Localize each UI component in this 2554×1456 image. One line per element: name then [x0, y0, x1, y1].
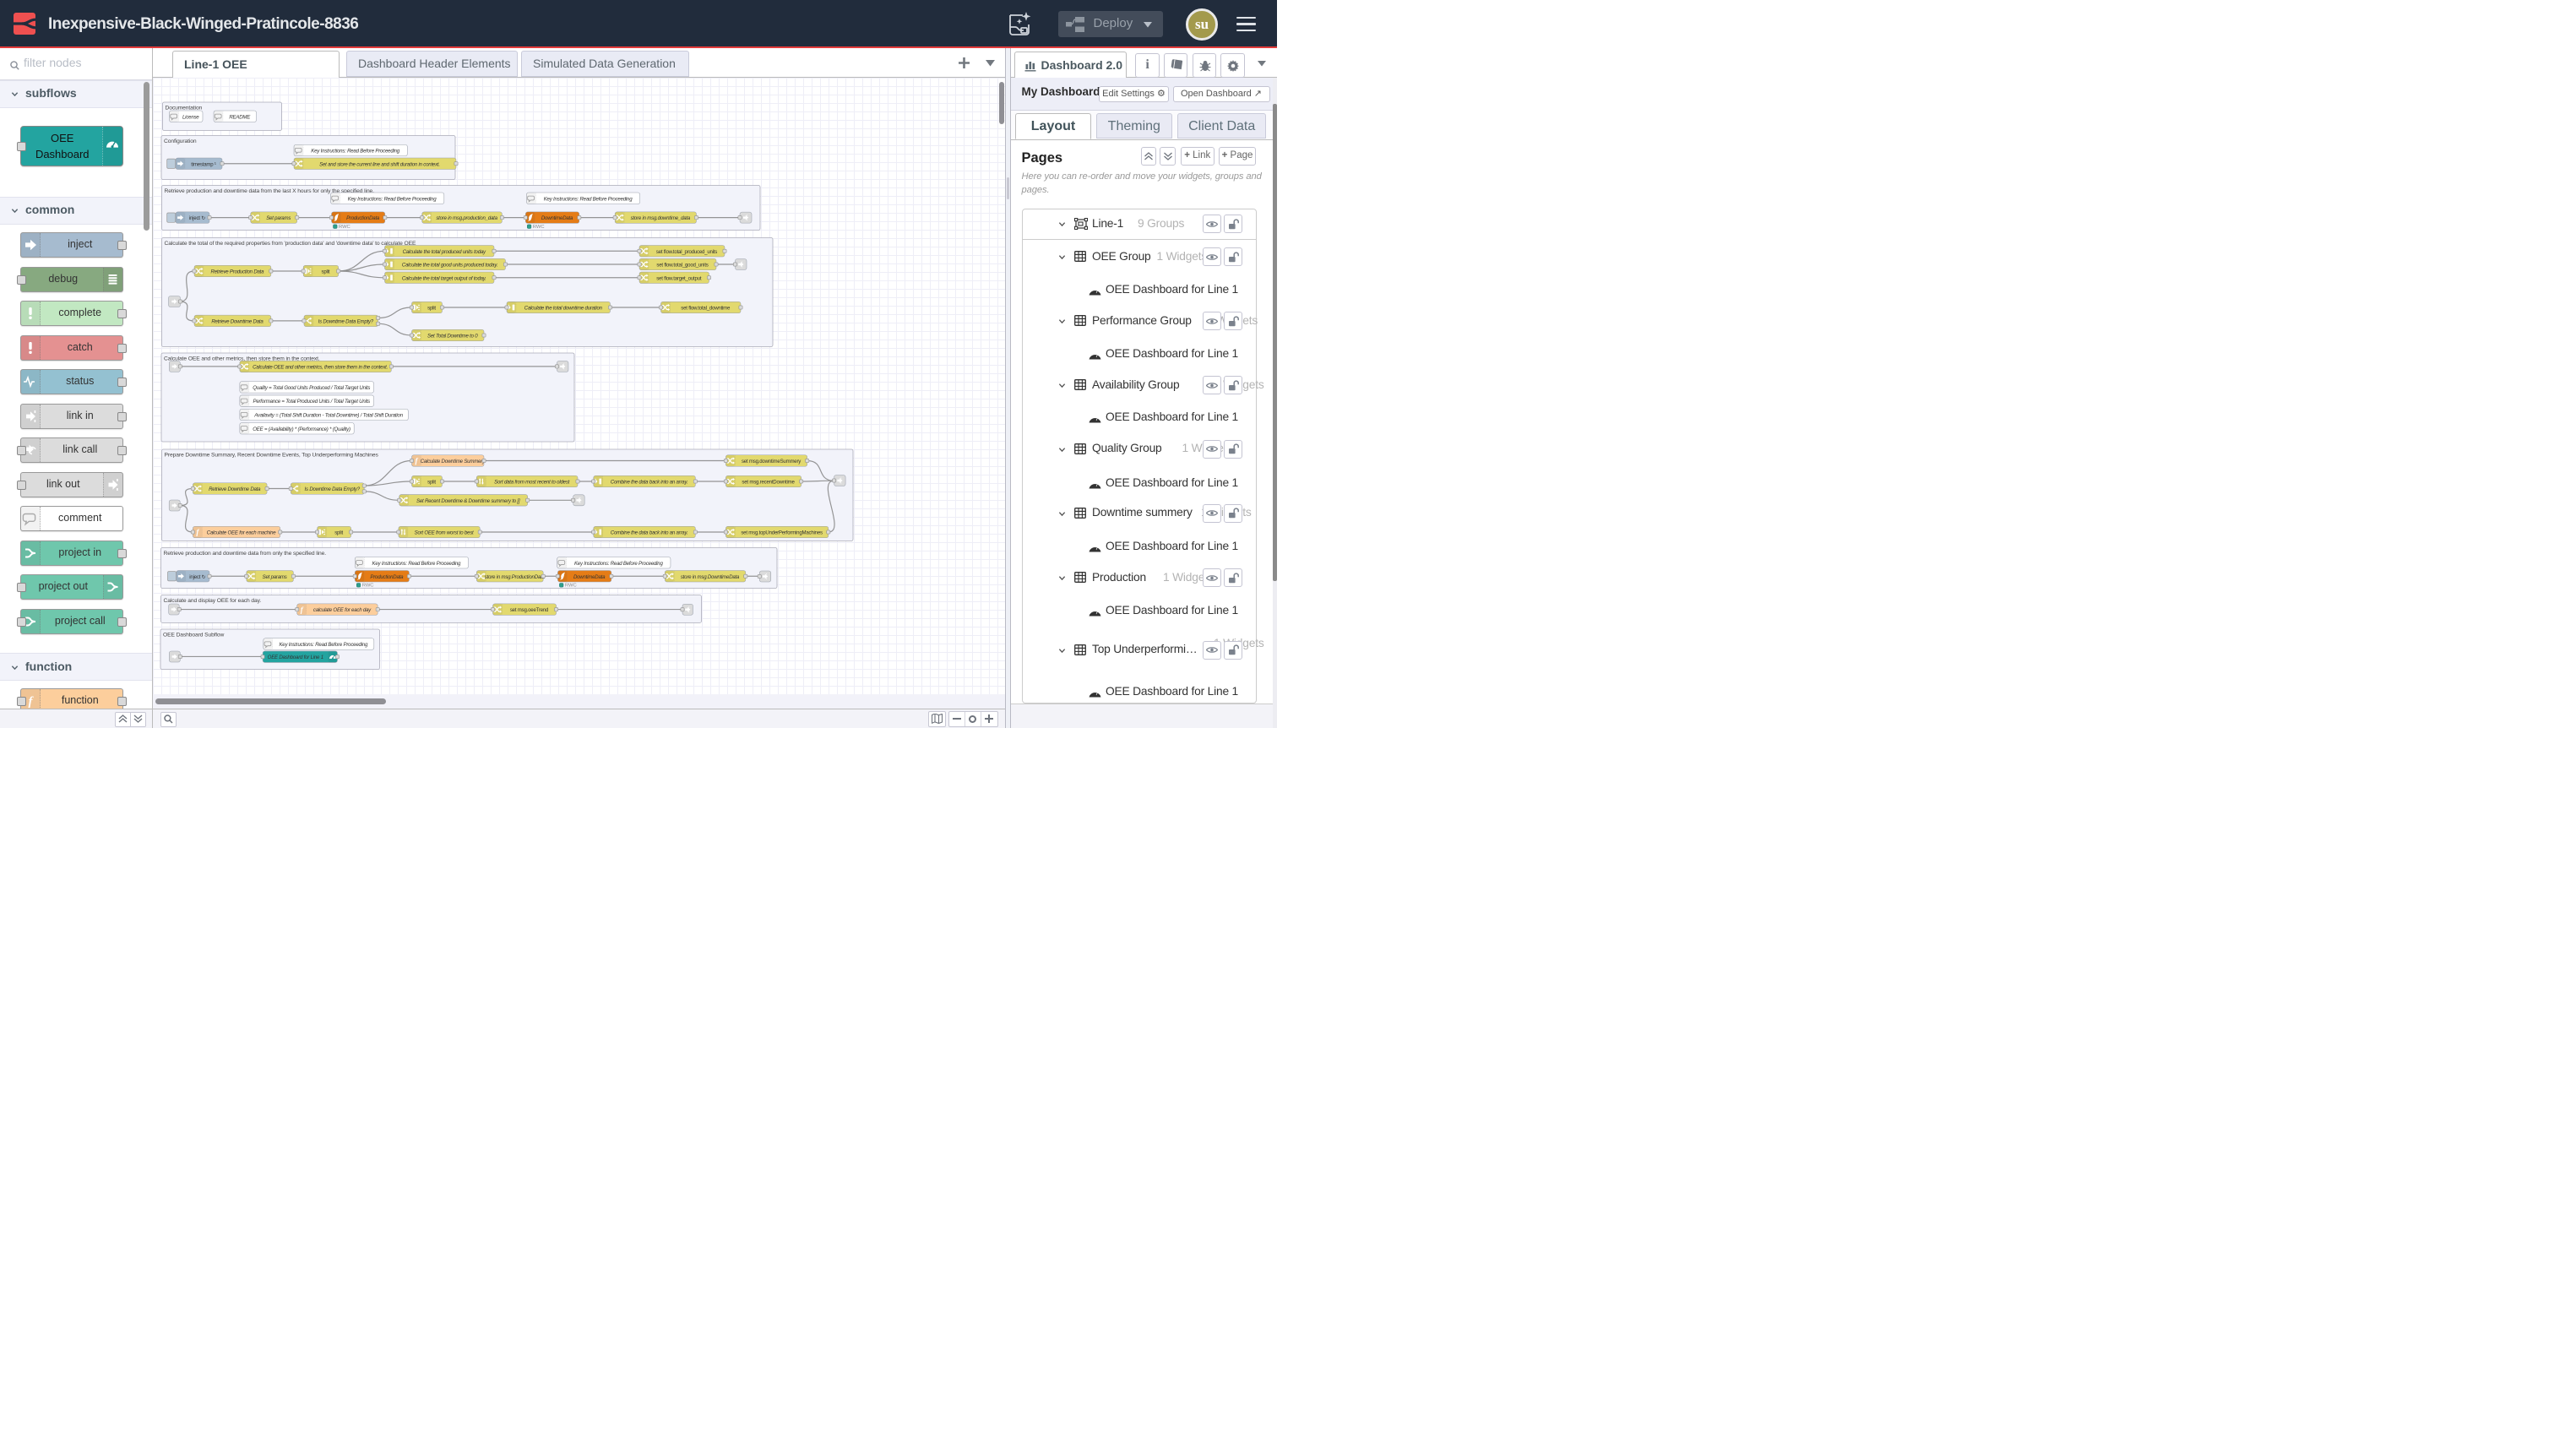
svg-text:Set and store the current line: Set and store the current line and shift…	[319, 161, 440, 167]
svg-text:Is Downtime Data Empty?: Is Downtime Data Empty?	[305, 486, 361, 492]
svg-text:split: split	[334, 530, 343, 536]
svg-text:OEE Dashboard for Line 1: OEE Dashboard for Line 1	[268, 655, 323, 660]
svg-text:store in msg.production_data: store in msg.production_data	[436, 215, 497, 221]
svg-text:Set Recent Downtime & Downtime: Set Recent Downtime & Downtime summery t…	[416, 498, 520, 504]
svg-text:Retrieve Downtime Data: Retrieve Downtime Data	[209, 486, 261, 492]
svg-text:set flow.total_produced_units: set flow.total_produced_units	[656, 249, 717, 255]
svg-text:store in msg.DowntimeData: store in msg.DowntimeData	[681, 574, 740, 580]
svg-text:Sort OEE from worst to best: Sort OEE from worst to best	[415, 530, 474, 536]
svg-text:Retrieve Production Data: Retrieve Production Data	[211, 269, 265, 275]
svg-text:Configuration: Configuration	[164, 139, 197, 144]
svg-text:Calculate the total good units: Calculate the total good units produced …	[402, 263, 498, 269]
svg-text:Performance = Total Produced U: Performance = Total Produced Units / Tot…	[253, 399, 370, 405]
svg-text:inject ↻: inject ↻	[189, 574, 205, 580]
svg-text:Documentation: Documentation	[166, 106, 203, 111]
svg-text:store in msg.downtime_data: store in msg.downtime_data	[631, 215, 691, 221]
svg-text:set msg.oeeTrend: set msg.oeeTrend	[510, 607, 548, 613]
svg-text:Set Total Downtime to 0: Set Total Downtime to 0	[427, 334, 478, 340]
svg-text:RWC: RWC	[565, 584, 577, 589]
svg-text:Key Instructions: Read Before: Key Instructions: Read Before Proceeding	[279, 642, 368, 648]
svg-text:Sort data from most recent to: Sort data from most recent to oldest	[494, 480, 569, 486]
svg-text:Calculate OEE for each machine: Calculate OEE for each machine	[207, 530, 277, 536]
svg-text:Key Instructions: Read Before: Key Instructions: Read Before Proceeding	[574, 561, 664, 567]
svg-text:timestamp ¹: timestamp ¹	[191, 161, 216, 167]
svg-text:Retrieve Downtime Data: Retrieve Downtime Data	[211, 318, 264, 324]
svg-text:README: README	[229, 114, 251, 120]
svg-text:DowntimeData: DowntimeData	[541, 215, 573, 221]
svg-text:Set params: Set params	[263, 574, 287, 580]
svg-text:ProductionData: ProductionData	[346, 215, 380, 221]
svg-text:split: split	[427, 306, 436, 312]
svg-text:RWC: RWC	[362, 584, 374, 589]
svg-text:Calculate the total target out: Calculate the total target output of tod…	[402, 275, 486, 281]
svg-text:Prepare Downtime Summary, Rece: Prepare Downtime Summary, Recent Downtim…	[165, 453, 379, 459]
svg-text:Calculate OEE and other metric: Calculate OEE and other metrics, then st…	[253, 365, 388, 371]
svg-text:Is Downtime Data Empty?: Is Downtime Data Empty?	[318, 318, 374, 324]
svg-text:set flow.total_good_units: set flow.total_good_units	[656, 263, 708, 269]
svg-text:OEE Dashboard Subflow: OEE Dashboard Subflow	[163, 633, 225, 638]
svg-text:set msg.topUnderPerformingMach: set msg.topUnderPerformingMachines	[741, 530, 823, 536]
svg-text:Calculate the total downtime d: Calculate the total downtime duration	[524, 306, 603, 312]
svg-text:Combine the data back into an: Combine the data back into an array.	[611, 480, 688, 486]
svg-text:DowntimeData: DowntimeData	[573, 574, 606, 580]
svg-text:set msg.recentDowntime: set msg.recentDowntime	[742, 480, 795, 486]
svg-text:Key Instructions: Read Before: Key Instructions: Read Before Proceeding	[372, 561, 462, 567]
svg-text:Calculate the total produced u: Calculate the total produced units today	[403, 249, 486, 255]
svg-text:Combine the data back into an: Combine the data back into an array.	[611, 530, 688, 536]
svg-text:License: License	[182, 114, 199, 120]
svg-text:Key Instructions: Read Before: Key Instructions: Read Before Proceeding	[348, 196, 437, 202]
svg-text:Key Instructions: Read Before: Key Instructions: Read Before Proceeding	[311, 149, 400, 155]
svg-text:Calculate the total of the req: Calculate the total of the required prop…	[165, 241, 416, 247]
svg-text:set flow.target_output: set flow.target_output	[656, 275, 702, 281]
svg-text:set flow.total_downtime: set flow.total_downtime	[681, 306, 731, 312]
svg-text:Retrieve production and downti: Retrieve production and downtime data fr…	[164, 551, 327, 557]
svg-text:Key Instructions: Read Before: Key Instructions: Read Before Proceeding	[544, 196, 633, 202]
svg-text:inject ↻: inject ↻	[189, 215, 205, 221]
svg-text:split: split	[427, 480, 436, 486]
svg-text:OEE = (Availability) * (Perfor: OEE = (Availability) * (Performance) * (…	[253, 426, 350, 432]
svg-text:RWC: RWC	[533, 225, 545, 230]
svg-text:Calculate and display OEE for: Calculate and display OEE for each day.	[164, 598, 262, 604]
svg-text:Availavity = (Total Shift Dura: Availavity = (Total Shift Duration - Tot…	[253, 413, 403, 419]
svg-text:Set params: Set params	[266, 215, 291, 221]
svg-text:ProductionData: ProductionData	[370, 574, 404, 580]
svg-text:split: split	[322, 269, 330, 275]
svg-text:Quality = Total Good Units Pro: Quality = Total Good Units Produced / To…	[253, 385, 370, 391]
svg-text:set msg.downtimeSummery: set msg.downtimeSummery	[742, 459, 802, 465]
svg-text:calculate OEE for each day: calculate OEE for each day	[313, 607, 372, 613]
svg-text:store in msg.ProductionData: store in msg.ProductionData	[485, 574, 546, 580]
svg-text:Calculate Downtime Summery: Calculate Downtime Summery	[421, 459, 486, 465]
svg-text:RWC: RWC	[339, 225, 350, 230]
svg-text:f: f	[29, 695, 35, 709]
